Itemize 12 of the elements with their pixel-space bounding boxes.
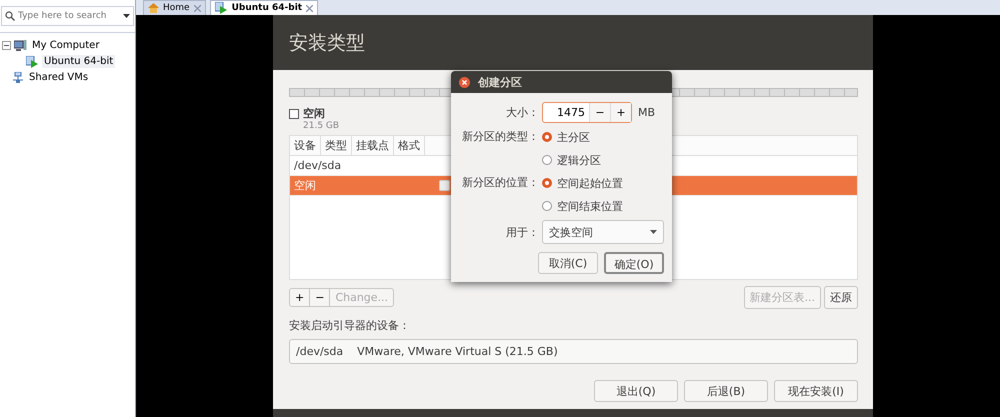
dialog-title: 创建分区 xyxy=(478,74,522,90)
field-label: 新分区的类型： xyxy=(461,129,539,145)
field-label: 用于： xyxy=(505,224,539,240)
unit-label: MB xyxy=(638,106,656,119)
partition-label: 空闲 xyxy=(303,106,325,121)
field-label: 大小： xyxy=(505,105,539,120)
table-cell: 空闲 xyxy=(294,178,316,193)
field-label: 新分区的位置： xyxy=(461,175,539,191)
window-title: 安装类型 xyxy=(289,30,365,56)
partition-size: 21.5 GB xyxy=(303,121,340,131)
field-label: 安装启动引导器的设备： xyxy=(289,318,411,333)
table-cell: /dev/sda xyxy=(294,159,342,172)
